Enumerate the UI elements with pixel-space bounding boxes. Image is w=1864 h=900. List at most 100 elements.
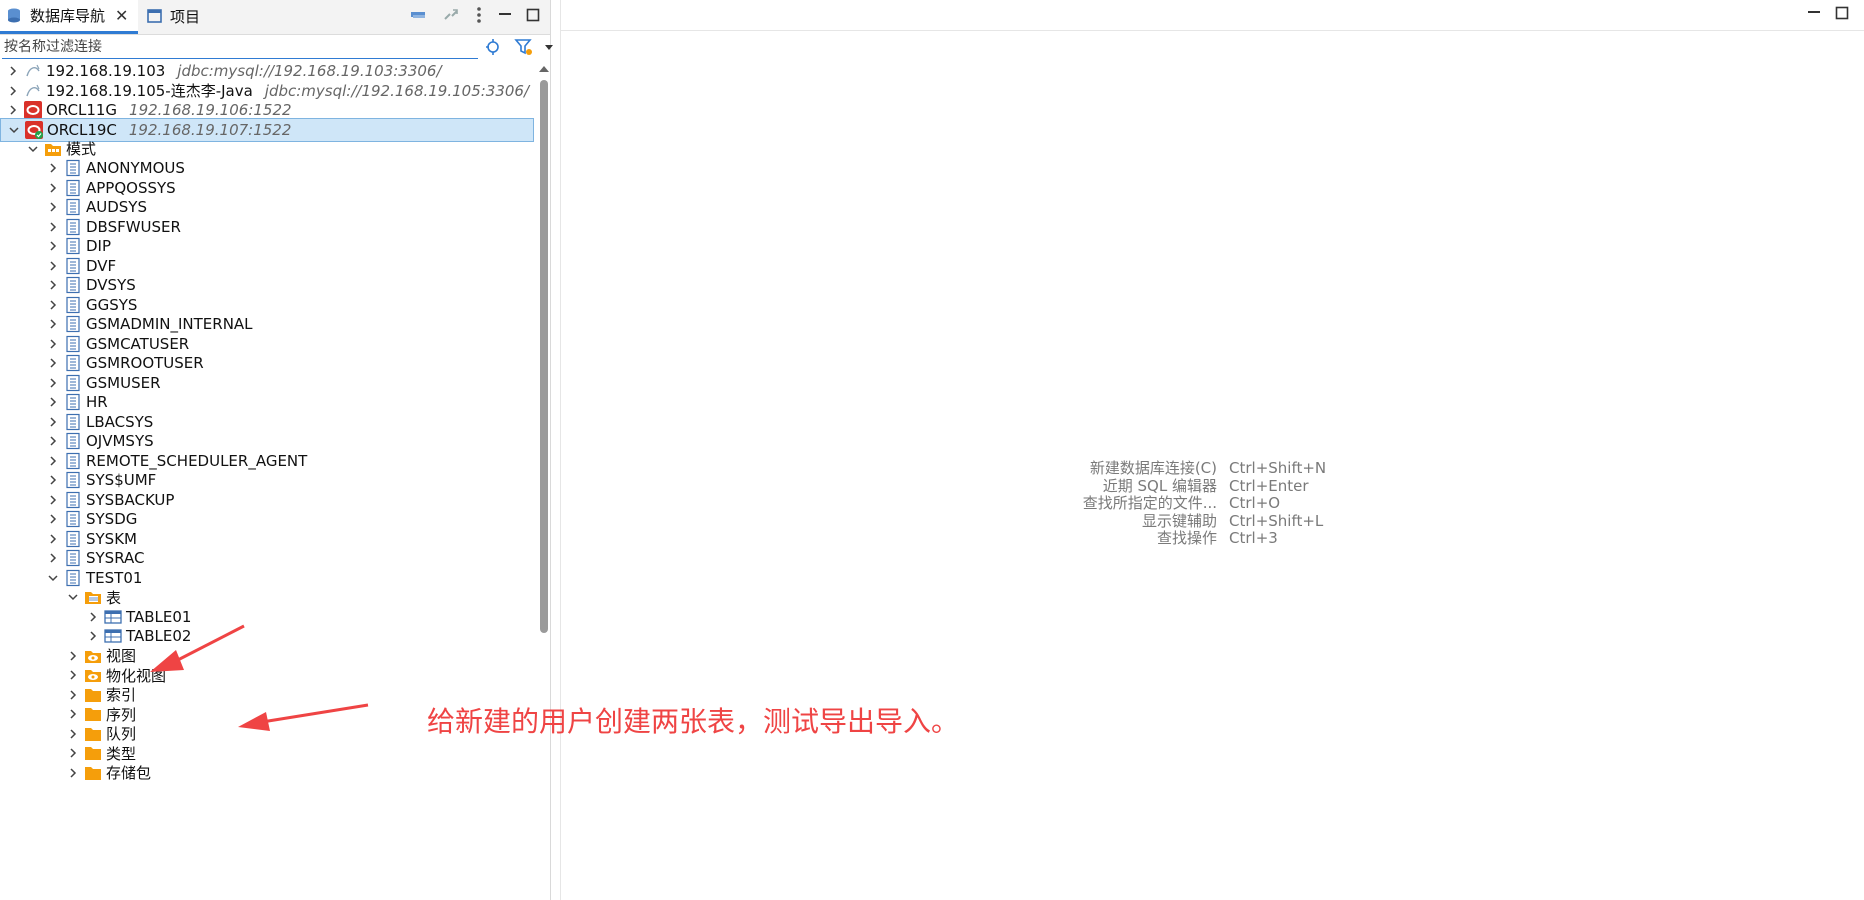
mysql-icon	[26, 64, 40, 77]
schema-icon	[66, 296, 80, 313]
chevron-right-icon[interactable]	[46, 376, 60, 390]
chevron-right-icon[interactable]	[46, 454, 60, 468]
shortcut-label[interactable]: 查找所指定的文件...	[1001, 494, 1229, 513]
chevron-right-icon[interactable]	[66, 649, 80, 663]
chevron-right-icon[interactable]	[46, 239, 60, 253]
folder-label: 存储包	[106, 764, 152, 782]
maximize-icon[interactable]	[526, 8, 540, 22]
filter-icon[interactable]	[514, 37, 534, 57]
schema-icon	[66, 315, 80, 333]
schema-label: DVSYS	[86, 276, 136, 294]
collapse-all-icon[interactable]	[408, 6, 428, 24]
chevron-down-icon[interactable]	[46, 571, 60, 585]
folder-label: 物化视图	[106, 666, 167, 685]
chevron-down-icon[interactable]	[66, 590, 80, 604]
chevron-right-icon[interactable]	[46, 298, 60, 312]
scroll-up-icon[interactable]	[538, 64, 550, 74]
chevron-down-icon[interactable]	[7, 123, 21, 137]
close-icon[interactable]: ✕	[115, 6, 128, 25]
chevron-right-icon[interactable]	[46, 356, 60, 370]
minimize-icon[interactable]	[1807, 6, 1821, 20]
oracle-icon	[24, 101, 42, 119]
chevron-right-icon[interactable]	[66, 668, 80, 682]
folder-icon	[85, 708, 101, 721]
chevron-right-icon[interactable]	[46, 259, 60, 273]
schema-icon	[66, 335, 80, 352]
schema-icon	[66, 354, 80, 372]
schema-icon	[66, 179, 80, 196]
chevron-right-icon[interactable]	[46, 473, 60, 487]
chevron-right-icon[interactable]	[6, 103, 20, 117]
schema-label: SYSKM	[86, 529, 137, 548]
table-icon	[104, 609, 122, 624]
folder-icon	[85, 727, 101, 741]
shortcut-label[interactable]: 显示键辅助	[1001, 512, 1229, 531]
chevron-right-icon[interactable]	[46, 493, 60, 507]
chevron-right-icon[interactable]	[46, 200, 60, 214]
chevron-right-icon[interactable]	[46, 532, 60, 546]
chevron-right-icon[interactable]	[46, 415, 60, 429]
schema-icon	[66, 569, 80, 586]
chevron-right-icon[interactable]	[46, 161, 60, 175]
tab-project[interactable]: 项目	[140, 0, 210, 32]
schema-label: SYS$UMF	[86, 471, 157, 489]
folder-label: 表	[106, 588, 122, 607]
view-folder-icon	[85, 670, 101, 682]
chevron-right-icon[interactable]	[46, 220, 60, 234]
tables-folder-icon	[85, 592, 101, 604]
shortcut-label[interactable]: 近期 SQL 编辑器	[1001, 477, 1229, 496]
chevron-right-icon[interactable]	[86, 610, 100, 624]
connection-filter-input[interactable]	[2, 36, 478, 59]
tree-scrollbar[interactable]	[540, 80, 548, 633]
chevron-right-icon[interactable]	[46, 434, 60, 448]
chevron-right-icon[interactable]	[6, 84, 20, 98]
chevron-right-icon[interactable]	[86, 629, 100, 643]
shortcut-row: 近期 SQL 编辑器 Ctrl+Enter	[1001, 477, 1326, 496]
oracle-connected-icon	[25, 121, 43, 139]
chevron-right-icon[interactable]	[66, 766, 80, 780]
connection-label: 192.168.19.103	[46, 62, 166, 80]
connect-filter-icon[interactable]	[484, 37, 504, 57]
chevron-right-icon[interactable]	[6, 64, 20, 78]
editor-tabbar	[561, 0, 1864, 31]
database-navigator-panel: 数据库导航 ✕ 项目 192.168.19.103 jdbc:mysq	[0, 0, 554, 900]
chevron-down-icon[interactable]	[26, 142, 40, 156]
chevron-right-icon[interactable]	[66, 688, 80, 702]
schema-icon	[66, 237, 80, 255]
shortcut-label[interactable]: 新建数据库连接(C)	[1001, 459, 1229, 478]
schema-label: LBACSYS	[86, 412, 154, 431]
link-editor-icon[interactable]	[442, 6, 460, 24]
shortcut-label[interactable]: 查找操作	[1001, 529, 1229, 548]
chevron-right-icon[interactable]	[66, 746, 80, 760]
view-menu-icon[interactable]	[474, 6, 484, 24]
schema-label: DVF	[86, 256, 117, 275]
maximize-icon[interactable]	[1835, 6, 1849, 20]
chevron-right-icon[interactable]	[46, 512, 60, 526]
folder-label: 模式	[66, 140, 97, 158]
chevron-right-icon[interactable]	[46, 278, 60, 292]
tree-item-packages-folder[interactable]: 存储包	[66, 762, 151, 784]
schema-label: REMOTE_SCHEDULER_AGENT	[86, 451, 308, 470]
dropdown-arrow-icon[interactable]	[544, 42, 554, 52]
schema-label: DBSFWUSER	[86, 217, 181, 236]
schema-icon	[66, 374, 80, 391]
schema-icon	[66, 432, 80, 450]
navigator-tree: 192.168.19.103 jdbc:mysql://192.168.19.1…	[0, 60, 540, 900]
navigator-toolbar	[408, 6, 540, 24]
connection-url: jdbc:mysql://192.168.19.103:3306/	[177, 62, 442, 80]
schema-icon	[66, 276, 80, 294]
chevron-right-icon[interactable]	[46, 181, 60, 195]
chevron-right-icon[interactable]	[46, 395, 60, 409]
table-label: TABLE02	[126, 627, 192, 645]
tab-database-navigator[interactable]: 数据库导航 ✕	[0, 0, 138, 34]
chevron-right-icon[interactable]	[46, 317, 60, 331]
schema-label: SYSBACKUP	[86, 490, 175, 509]
tab-label: 项目	[170, 7, 201, 26]
schema-icon	[66, 218, 80, 235]
chevron-right-icon[interactable]	[66, 727, 80, 741]
schema-icon	[66, 549, 80, 567]
chevron-right-icon[interactable]	[66, 707, 80, 721]
minimize-icon[interactable]	[498, 8, 512, 22]
chevron-right-icon[interactable]	[46, 337, 60, 351]
chevron-right-icon[interactable]	[46, 551, 60, 565]
